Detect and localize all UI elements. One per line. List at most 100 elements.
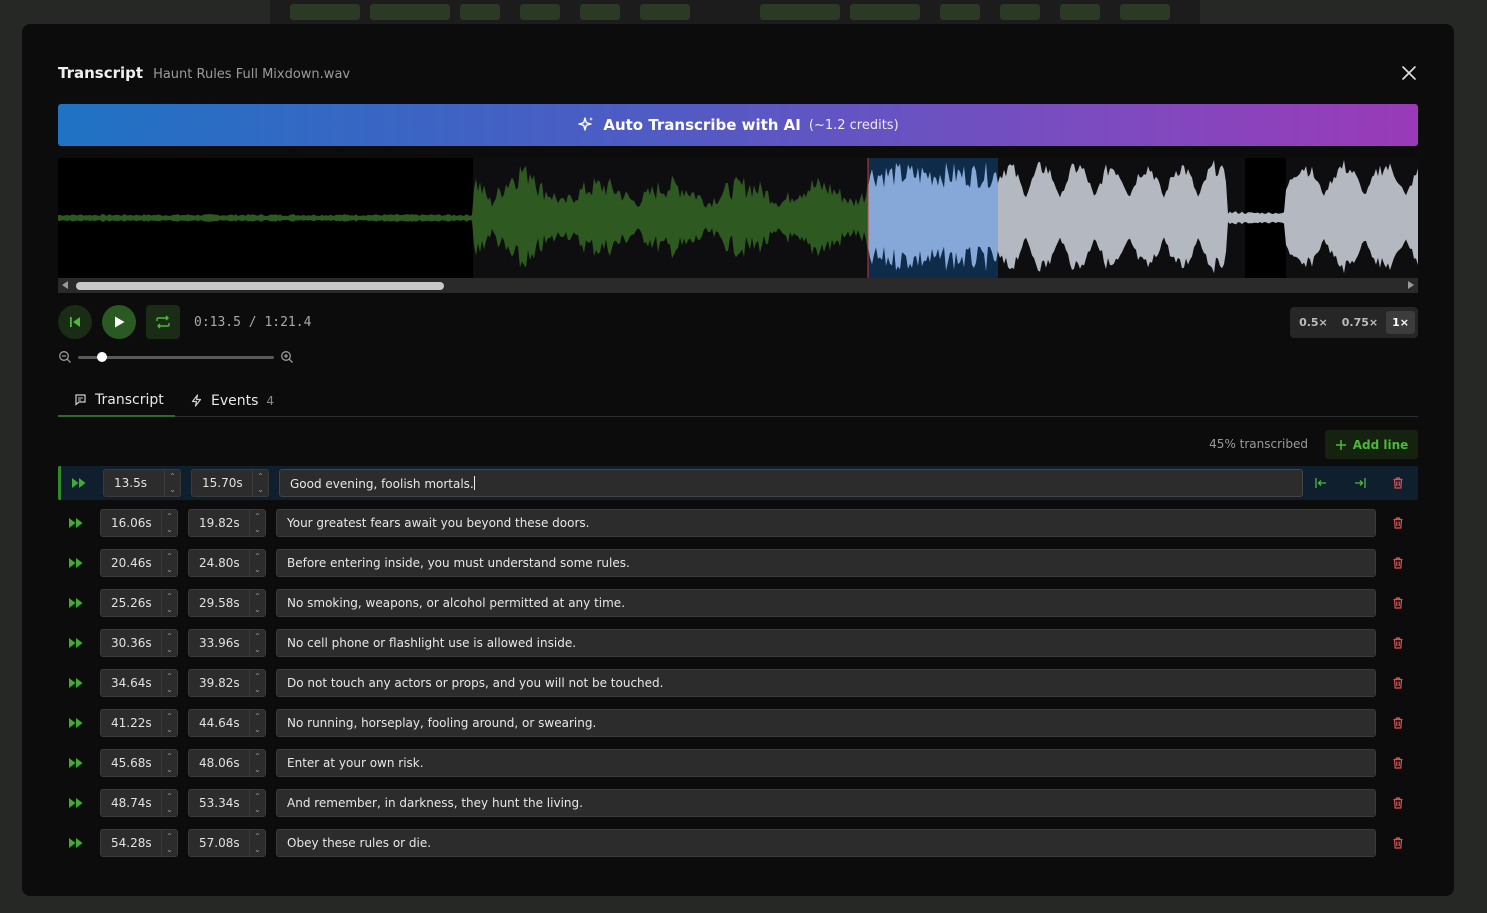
set-start-icon[interactable] (1314, 476, 1328, 490)
increment-arrow[interactable]: ⌃ (162, 670, 177, 683)
line-text-input[interactable]: No smoking, weapons, or alcohol permitte… (276, 589, 1376, 617)
increment-arrow[interactable]: ⌃ (250, 510, 265, 523)
start-time-field[interactable]: 16.06s ⌃ ⌄ (100, 509, 178, 537)
trash-icon[interactable] (1391, 636, 1405, 650)
increment-arrow[interactable]: ⌃ (162, 790, 177, 803)
line-text-input[interactable]: No running, horseplay, fooling around, o… (276, 709, 1376, 737)
decrement-arrow[interactable]: ⌄ (162, 643, 177, 656)
zoom-in-icon[interactable] (280, 350, 294, 364)
decrement-arrow[interactable]: ⌄ (162, 563, 177, 576)
increment-arrow[interactable]: ⌃ (253, 470, 268, 483)
decrement-arrow[interactable]: ⌄ (250, 843, 265, 856)
start-time-field[interactable]: 41.22s ⌃ ⌄ (100, 709, 178, 737)
trash-icon[interactable] (1391, 836, 1405, 850)
trash-icon[interactable] (1391, 476, 1405, 490)
line-text-input[interactable]: Do not touch any actors or props, and yo… (276, 669, 1376, 697)
end-time-field[interactable]: 39.82s ⌃ ⌄ (188, 669, 266, 697)
play-line-icon[interactable] (68, 555, 84, 571)
decrement-arrow[interactable]: ⌄ (250, 643, 265, 656)
decrement-arrow[interactable]: ⌄ (250, 523, 265, 536)
close-icon[interactable] (1400, 64, 1418, 82)
set-end-icon[interactable] (1353, 476, 1367, 490)
speed-1x[interactable]: 1× (1386, 311, 1415, 334)
trash-icon[interactable] (1391, 796, 1405, 810)
waveform-scrollbar[interactable] (58, 278, 1418, 293)
play-line-icon[interactable] (68, 675, 84, 691)
zoom-out-icon[interactable] (58, 350, 72, 364)
increment-arrow[interactable]: ⌃ (250, 590, 265, 603)
line-text-input[interactable]: Good evening, foolish mortals. (279, 469, 1303, 497)
end-time-field[interactable]: 53.34s ⌃ ⌄ (188, 789, 266, 817)
decrement-arrow[interactable]: ⌄ (162, 523, 177, 536)
trash-icon[interactable] (1391, 676, 1405, 690)
decrement-arrow[interactable]: ⌄ (250, 603, 265, 616)
play-line-icon[interactable] (68, 515, 84, 531)
start-time-field[interactable]: 45.68s ⌃ ⌄ (100, 749, 178, 777)
increment-arrow[interactable]: ⌃ (250, 550, 265, 563)
end-time-field[interactable]: 19.82s ⌃ ⌄ (188, 509, 266, 537)
end-time-field[interactable]: 48.06s ⌃ ⌄ (188, 749, 266, 777)
decrement-arrow[interactable]: ⌄ (253, 483, 268, 496)
trash-icon[interactable] (1391, 756, 1405, 770)
increment-arrow[interactable]: ⌃ (250, 670, 265, 683)
line-text-input[interactable]: Before entering inside, you must underst… (276, 549, 1376, 577)
increment-arrow[interactable]: ⌃ (162, 630, 177, 643)
increment-arrow[interactable]: ⌃ (250, 710, 265, 723)
play-button[interactable] (102, 305, 136, 339)
trash-icon[interactable] (1391, 596, 1405, 610)
play-line-icon[interactable] (68, 835, 84, 851)
decrement-arrow[interactable]: ⌄ (250, 803, 265, 816)
line-text-input[interactable]: Your greatest fears await you beyond the… (276, 509, 1376, 537)
play-line-icon[interactable] (68, 795, 84, 811)
decrement-arrow[interactable]: ⌄ (250, 723, 265, 736)
increment-arrow[interactable]: ⌃ (162, 710, 177, 723)
play-line-icon[interactable] (68, 715, 84, 731)
add-line-button[interactable]: Add line (1325, 430, 1418, 459)
line-text-input[interactable]: No cell phone or flashlight use is allow… (276, 629, 1376, 657)
end-time-field[interactable]: 57.08s ⌃ ⌄ (188, 829, 266, 857)
increment-arrow[interactable]: ⌃ (250, 750, 265, 763)
waveform[interactable] (58, 158, 1418, 278)
increment-arrow[interactable]: ⌃ (165, 470, 180, 483)
line-text-input[interactable]: And remember, in darkness, they hunt the… (276, 789, 1376, 817)
trash-icon[interactable] (1391, 716, 1405, 730)
increment-arrow[interactable]: ⌃ (162, 830, 177, 843)
decrement-arrow[interactable]: ⌄ (162, 803, 177, 816)
line-text-input[interactable]: Enter at your own risk. (276, 749, 1376, 777)
start-time-field[interactable]: 54.28s ⌃ ⌄ (100, 829, 178, 857)
scrollbar-thumb[interactable] (76, 282, 444, 290)
decrement-arrow[interactable]: ⌄ (250, 563, 265, 576)
decrement-arrow[interactable]: ⌄ (162, 763, 177, 776)
zoom-slider-handle[interactable] (96, 351, 107, 362)
zoom-slider[interactable] (78, 351, 274, 362)
decrement-arrow[interactable]: ⌄ (165, 483, 180, 496)
speed-0.75x[interactable]: 0.75× (1336, 311, 1384, 334)
start-time-field[interactable]: 20.46s ⌃ ⌄ (100, 549, 178, 577)
play-line-icon[interactable] (71, 475, 87, 491)
decrement-arrow[interactable]: ⌄ (162, 683, 177, 696)
end-time-field[interactable]: 29.58s ⌃ ⌄ (188, 589, 266, 617)
increment-arrow[interactable]: ⌃ (162, 510, 177, 523)
end-time-field[interactable]: 44.64s ⌃ ⌄ (188, 709, 266, 737)
decrement-arrow[interactable]: ⌄ (162, 843, 177, 856)
skip-to-start-button[interactable] (58, 305, 92, 339)
decrement-arrow[interactable]: ⌄ (250, 763, 265, 776)
auto-transcribe-button[interactable]: Auto Transcribe with AI (~1.2 credits) (58, 104, 1418, 146)
waveform-canvas[interactable] (58, 158, 1418, 278)
increment-arrow[interactable]: ⌃ (162, 550, 177, 563)
end-time-field[interactable]: 33.96s ⌃ ⌄ (188, 629, 266, 657)
scroll-left-arrow[interactable] (62, 281, 68, 289)
increment-arrow[interactable]: ⌃ (250, 790, 265, 803)
start-time-field[interactable]: 48.74s ⌃ ⌄ (100, 789, 178, 817)
increment-arrow[interactable]: ⌃ (250, 830, 265, 843)
scroll-right-arrow[interactable] (1408, 281, 1414, 289)
trash-icon[interactable] (1391, 516, 1405, 530)
play-line-icon[interactable] (68, 595, 84, 611)
end-time-field[interactable]: 15.70s ⌃ ⌄ (191, 469, 269, 497)
increment-arrow[interactable]: ⌃ (250, 630, 265, 643)
decrement-arrow[interactable]: ⌄ (250, 683, 265, 696)
increment-arrow[interactable]: ⌃ (162, 590, 177, 603)
start-time-field[interactable]: 25.26s ⌃ ⌄ (100, 589, 178, 617)
tab-transcript[interactable]: Transcript (58, 384, 175, 417)
increment-arrow[interactable]: ⌃ (162, 750, 177, 763)
